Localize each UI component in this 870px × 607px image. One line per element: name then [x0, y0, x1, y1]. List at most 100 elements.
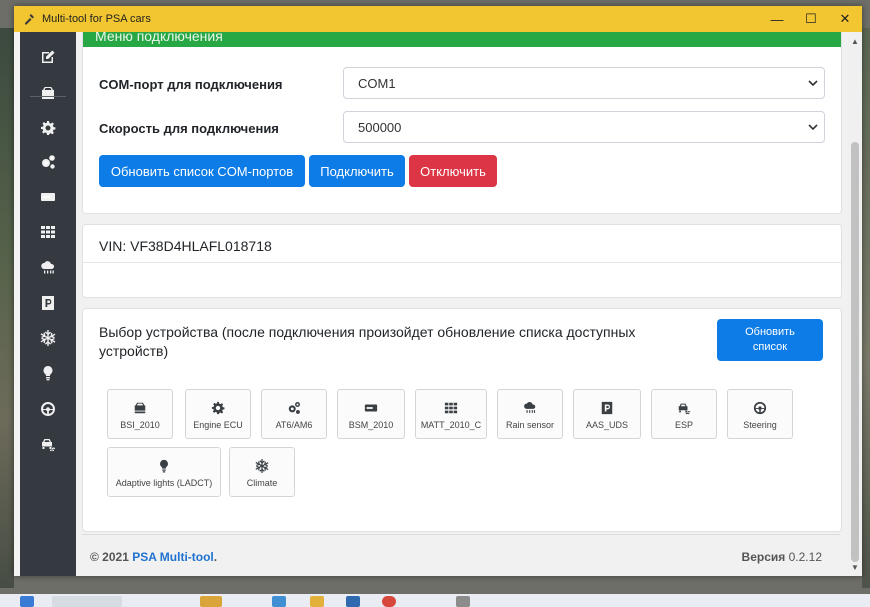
snowflake-icon: [255, 459, 269, 473]
vin-card: VIN: VF38D4HLAFL018718: [82, 224, 842, 298]
module-icon: [364, 401, 378, 415]
device-tile-label: BSI_2010: [120, 420, 160, 430]
vin-value: VIN: VF38D4HLAFL018718: [99, 238, 272, 254]
taskbar-app-icon[interactable]: [456, 596, 470, 607]
device-tile-gearbox[interactable]: AT6/AM6: [261, 389, 327, 439]
sidebar-item-bsm[interactable]: [20, 180, 76, 214]
port-label: COM-порт для подключения: [99, 77, 283, 92]
device-tile-label: Rain sensor: [505, 420, 555, 430]
parking-icon: [40, 295, 56, 311]
rain-sensor-icon: [40, 260, 56, 276]
sidebar-item-matt[interactable]: [20, 215, 76, 249]
refresh-ports-button[interactable]: Обновить список COM-портов: [99, 155, 305, 187]
gear-icon: [211, 401, 225, 415]
device-tile-label: Climate: [246, 478, 278, 488]
device-tile-bsm[interactable]: BSM_2010: [337, 389, 405, 439]
chevron-down-icon: [808, 124, 818, 131]
taskbar-app-icon[interactable]: [200, 596, 222, 607]
desktop-background: [0, 28, 14, 588]
version-label: Версия: [741, 550, 786, 564]
scroll-down-icon[interactable]: ▼: [848, 560, 862, 574]
device-tile-engine[interactable]: Engine ECU: [185, 389, 251, 439]
sidebar-item-rain[interactable]: [20, 251, 76, 285]
speed-select[interactable]: 500000: [343, 111, 825, 143]
refresh-devices-button[interactable]: Обновить список: [717, 319, 823, 361]
connection-header: Меню подключения: [83, 32, 841, 47]
device-tile-lights[interactable]: Adaptive lights (LADCT): [107, 447, 221, 497]
steering-icon: [753, 401, 767, 415]
device-tile-climate[interactable]: Climate: [229, 447, 295, 497]
device-tile-steering[interactable]: Steering: [727, 389, 793, 439]
search-box[interactable]: [52, 596, 122, 607]
edit-icon: [40, 49, 56, 65]
device-tile-aas[interactable]: AAS_UDS: [573, 389, 641, 439]
grid-icon: [444, 401, 458, 415]
vin-divider: [83, 262, 841, 263]
sidebar-item-climate[interactable]: [20, 321, 76, 355]
port-select[interactable]: COM1: [343, 67, 825, 99]
car-ecu-icon: [40, 85, 56, 101]
device-tile-label: BSM_2010: [348, 420, 394, 430]
sidebar-item-lights[interactable]: [20, 356, 76, 390]
speed-select-value: 500000: [358, 120, 402, 135]
connect-button[interactable]: Подключить: [309, 155, 405, 187]
refresh-devices-label-1: Обновить: [745, 326, 795, 338]
chevron-down-icon: [808, 80, 818, 87]
rain-sensor-icon: [523, 401, 537, 415]
desktop-background-right: [862, 28, 870, 588]
devices-title: Выбор устройства (после подключения прои…: [99, 324, 636, 359]
module-icon: [40, 189, 56, 205]
app-window: Multi-tool for PSA cars — ☐ ✕ Меню подкл…: [14, 6, 862, 576]
speed-label: Скорость для подключения: [99, 121, 279, 136]
device-tile-label: ESP: [674, 420, 693, 430]
browser-icon[interactable]: [382, 596, 396, 607]
scroll-thumb[interactable]: [851, 142, 859, 562]
sidebar-item-bsi[interactable]: [20, 76, 76, 110]
grid-icon: [40, 224, 56, 240]
car-ecu-icon: [133, 401, 147, 415]
brand-link[interactable]: PSA Multi-tool: [132, 550, 214, 564]
start-icon[interactable]: [20, 596, 34, 607]
vertical-scrollbar[interactable]: ▲ ▼: [848, 32, 862, 576]
sidebar-item-engine[interactable]: [20, 111, 76, 145]
device-tile-label: MATT_2010_C: [420, 420, 482, 430]
taskbar-app-icon[interactable]: [346, 596, 360, 607]
device-tile-rain[interactable]: Rain sensor: [497, 389, 563, 439]
sidebar-item-gearbox[interactable]: [20, 145, 76, 179]
device-tile-esp[interactable]: ESP: [651, 389, 717, 439]
gear-icon: [40, 120, 56, 136]
device-tile-label: Adaptive lights (LADCT): [115, 478, 213, 488]
main-content: Меню подключения COM-порт для подключени…: [76, 32, 848, 576]
window-title: Multi-tool for PSA cars: [42, 13, 151, 25]
bulb-icon: [157, 459, 171, 473]
disconnect-button[interactable]: Отключить: [409, 155, 497, 187]
sidebar-item-esp[interactable]: [20, 427, 76, 461]
parking-icon: [600, 401, 614, 415]
refresh-devices-label-2: список: [752, 341, 788, 353]
maximize-button[interactable]: ☐: [794, 6, 828, 32]
device-tile-label: Engine ECU: [193, 420, 243, 430]
folder-icon[interactable]: [310, 596, 324, 607]
taskbar-app-icon[interactable]: [272, 596, 286, 607]
footer-divider: [82, 534, 840, 535]
sidebar-item-parking[interactable]: [20, 286, 76, 320]
version-value: 0.2.12: [788, 550, 822, 564]
title-bar[interactable]: Multi-tool for PSA cars — ☐ ✕: [14, 6, 862, 32]
sidebar: [20, 32, 76, 576]
bulb-icon: [40, 365, 56, 381]
window-controls: — ☐ ✕: [760, 6, 862, 32]
device-tile-matt[interactable]: MATT_2010_C: [415, 389, 487, 439]
sidebar-item-steering[interactable]: [20, 392, 76, 426]
minimize-button[interactable]: —: [760, 6, 794, 32]
gears-icon: [287, 401, 301, 415]
sidebar-item-edit[interactable]: [20, 40, 76, 74]
version-info: Версия 0.2.12: [742, 550, 822, 564]
device-tile-label: AAS_UDS: [585, 420, 629, 430]
footer-copyright: © 2021 PSA Multi-tool.: [90, 550, 217, 564]
device-tile-bsi[interactable]: BSI_2010: [107, 389, 173, 439]
scroll-up-icon[interactable]: ▲: [848, 34, 862, 48]
close-button[interactable]: ✕: [828, 6, 862, 32]
app-icon: [22, 12, 36, 26]
footer-dot: .: [213, 550, 218, 564]
connection-card: Меню подключения COM-порт для подключени…: [82, 32, 842, 214]
